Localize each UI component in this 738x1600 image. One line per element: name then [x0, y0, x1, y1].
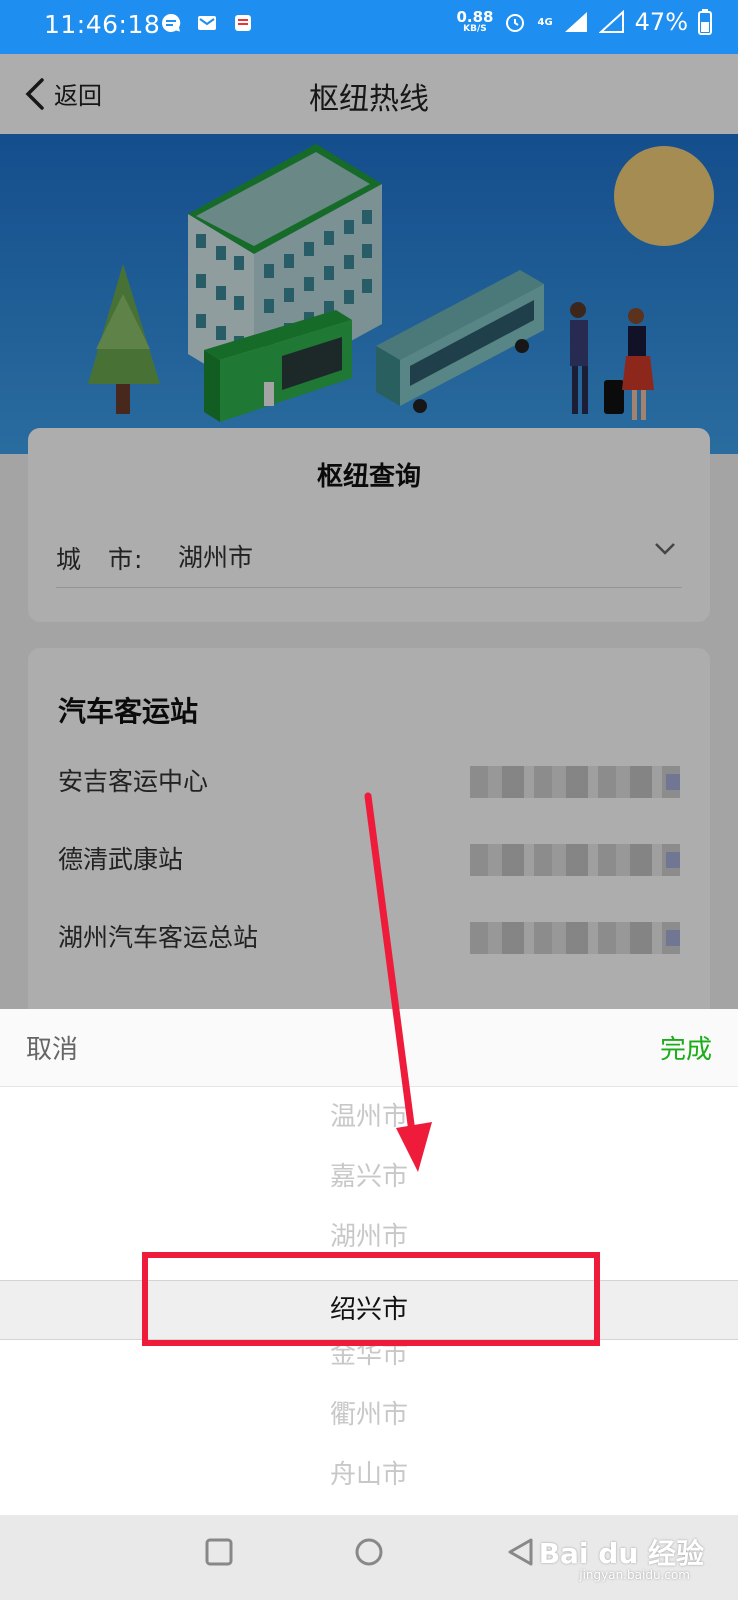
wheel-option[interactable]: 湖州市: [0, 1217, 738, 1257]
recent-apps-icon[interactable]: [204, 1537, 234, 1567]
annotation-highlight-box: [142, 1252, 600, 1346]
alarm-icon: [506, 14, 525, 32]
watermark-brand: Bai du 经验: [538, 1537, 704, 1570]
mail-icon: [198, 16, 216, 30]
signal-icon: [564, 12, 587, 32]
status-time: 11:46:18: [44, 10, 161, 39]
picker-toolbar: 取消 完成: [0, 1009, 738, 1087]
message-icon: [162, 13, 181, 33]
done-button[interactable]: 完成: [660, 1029, 712, 1066]
wheel-option[interactable]: 温州市: [0, 1097, 738, 1137]
modal-overlay[interactable]: [0, 54, 738, 1009]
battery-icon: [698, 9, 712, 35]
cancel-button[interactable]: 取消: [26, 1029, 78, 1066]
watermark-url: jingyan.baidu.com: [579, 1568, 690, 1582]
app-notification-icon: [235, 15, 251, 31]
wheel-option[interactable]: 舟山市: [0, 1455, 738, 1495]
signal-2-icon: [598, 10, 624, 33]
wheel-option[interactable]: 嘉兴市: [0, 1157, 738, 1197]
battery-level: 47%: [634, 8, 688, 36]
wheel-option[interactable]: 衢州市: [0, 1395, 738, 1435]
network-speed: 0.88 KB/S: [456, 8, 494, 34]
back-nav-icon[interactable]: [506, 1537, 536, 1567]
network-type: 4G: [537, 16, 553, 28]
home-icon[interactable]: [354, 1537, 384, 1567]
status-bar: 11:46:18 0.88 KB/S 4G 47%: [0, 0, 738, 54]
